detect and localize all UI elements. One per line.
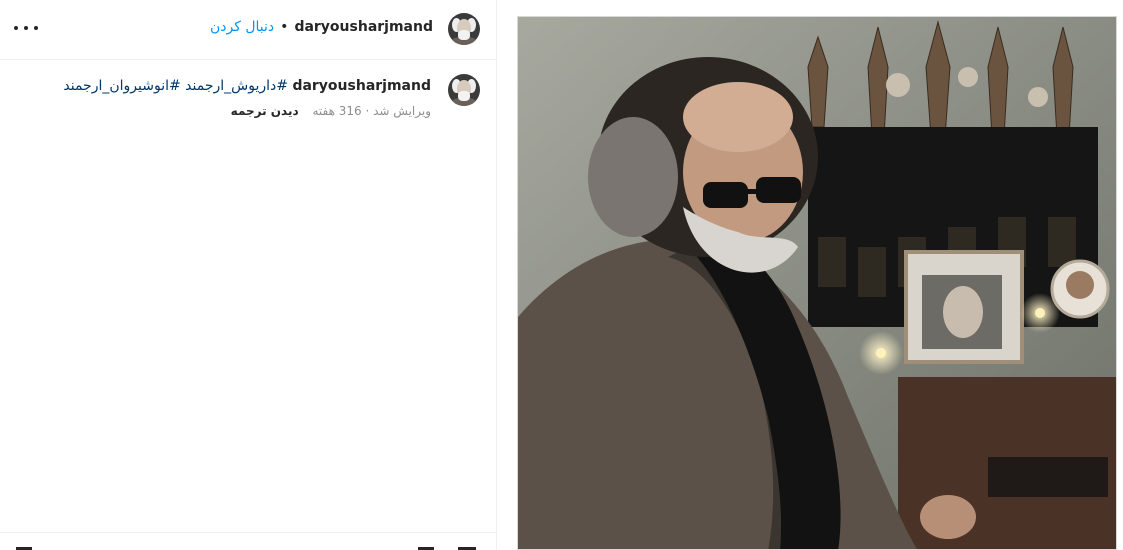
post-image (518, 17, 1116, 549)
post-info-panel: دنبال کردن • daryousharjmand daryousharj… (0, 0, 497, 550)
caption-username[interactable]: daryousharjmand (292, 78, 431, 94)
hashtag-link[interactable]: #انوشیروان_ارجمند (63, 78, 180, 94)
post-viewer: دنبال کردن • daryousharjmand daryousharj… (0, 0, 1123, 550)
post-header: دنبال کردن • daryousharjmand (0, 0, 497, 60)
hashtag-link[interactable]: #داریوش_ارجمند (185, 78, 288, 94)
edited-timestamp: ویرایش شد · 316 هفته (312, 104, 431, 118)
follow-button[interactable]: دنبال کردن (210, 19, 274, 35)
caption-text: daryousharjmand #داریوش_ارجمند #انوشیروا… (63, 78, 431, 94)
author-username[interactable]: daryousharjmand (294, 19, 433, 35)
see-translation-button[interactable]: دیدن ترجمه (231, 104, 299, 118)
post-photo[interactable] (517, 16, 1117, 550)
caption-avatar[interactable] (448, 74, 480, 106)
caption-comment: daryousharjmand #داریوش_ارجمند #انوشیروا… (0, 74, 497, 134)
author-info: دنبال کردن • daryousharjmand (210, 19, 433, 35)
separator-dot: • (280, 19, 289, 35)
action-bar (0, 532, 497, 550)
more-options-icon[interactable] (14, 18, 38, 38)
author-avatar[interactable] (448, 13, 480, 45)
caption-meta: ویرایش شد · 316 هفته دیدن ترجمه (231, 104, 431, 118)
